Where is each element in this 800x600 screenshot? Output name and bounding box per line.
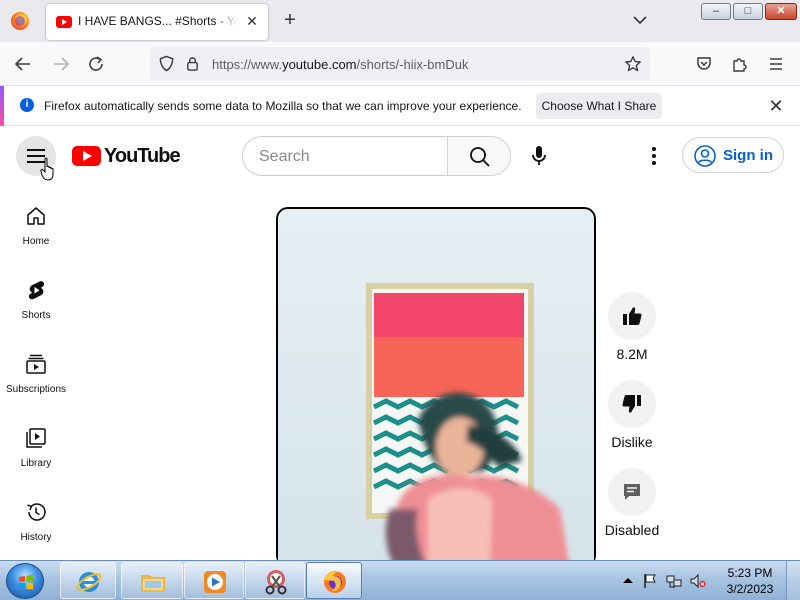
history-icon — [27, 503, 46, 521]
more-vertical-icon — [652, 147, 656, 165]
search-button[interactable] — [447, 136, 511, 176]
thumbs-down-icon — [622, 395, 641, 413]
taskbar-windows-explorer[interactable] — [121, 562, 183, 599]
shorts-player[interactable] — [276, 207, 596, 567]
show-desktop-button[interactable] — [786, 561, 800, 600]
taskbar-firefox[interactable] — [306, 562, 362, 599]
choose-what-i-share-button[interactable]: Choose What I Share — [536, 93, 662, 119]
sidebar-item-home[interactable]: Home — [0, 185, 72, 259]
bookmark-star-icon[interactable] — [624, 55, 642, 73]
show-hidden-icons-icon[interactable] — [620, 573, 636, 589]
sidebar-item-shorts[interactable]: Shorts — [0, 259, 72, 333]
firefox-view-icon[interactable] — [11, 12, 29, 30]
back-arrow-icon[interactable] — [14, 55, 32, 73]
youtube-play-logo-icon — [72, 146, 101, 166]
shorts-actions: 8.2M Dislike Disabled — [600, 290, 666, 560]
tab-title: I HAVE BANGS... #Shorts - YouTube — [78, 14, 238, 28]
reload-icon[interactable] — [87, 55, 105, 73]
media-player-icon — [204, 571, 226, 593]
tab-close-icon[interactable]: ✕ — [244, 13, 260, 29]
network-icon[interactable] — [666, 573, 682, 589]
sidebar-item-history[interactable]: History — [0, 481, 72, 555]
sidebar-item-subscriptions[interactable]: Subscriptions — [0, 333, 72, 407]
like-button[interactable] — [608, 292, 656, 340]
sidebar-item-label: Shorts — [21, 310, 51, 321]
youtube-masthead: YouTube Sign in — [0, 127, 800, 185]
shorts-video[interactable] — [278, 209, 594, 567]
notification-accent — [0, 86, 4, 126]
comment-icon — [624, 484, 640, 500]
tracking-protection-shield-icon[interactable] — [158, 55, 175, 72]
settings-menu-button[interactable] — [634, 136, 674, 176]
account-circle-icon — [694, 145, 716, 167]
sidebar-item-label: Library — [20, 458, 52, 469]
info-icon: i — [20, 98, 34, 112]
microphone-icon — [532, 146, 546, 165]
comments-disabled-label: Disabled — [604, 522, 660, 538]
library-icon — [26, 428, 46, 448]
pocket-icon[interactable] — [695, 55, 713, 73]
start-button[interactable] — [6, 563, 44, 599]
url-bar[interactable]: https://www.youtube.com/shorts/-hiix-bmD… — [150, 47, 650, 80]
sidebar-item-label: History — [20, 532, 52, 543]
sign-in-label: Sign in — [723, 147, 773, 164]
subscriptions-icon — [26, 354, 46, 374]
browser-navigation-bar: https://www.youtube.com/shorts/-hiix-bmD… — [0, 42, 800, 86]
browser-tab[interactable]: I HAVE BANGS... #Shorts - YouTube ✕ — [46, 4, 268, 40]
list-all-tabs-icon[interactable] — [632, 12, 648, 28]
search-input[interactable] — [259, 146, 439, 168]
taskbar-internet-explorer[interactable] — [60, 562, 116, 599]
mini-guide-sidebar: Home Shorts Subscriptions Library Histor… — [0, 185, 72, 560]
window-close-button[interactable]: ✕ — [765, 3, 797, 20]
url-text[interactable]: https://www.youtube.com/shorts/-hiix-bmD… — [212, 57, 468, 72]
action-center-flag-icon[interactable] — [642, 573, 658, 589]
sidebar-item-library[interactable]: Library — [0, 407, 72, 481]
sign-in-button[interactable]: Sign in — [682, 137, 784, 173]
browser-tab-strip: I HAVE BANGS... #Shorts - YouTube ✕ + – … — [0, 0, 800, 42]
firefox-notification-bar: i Firefox automatically sends some data … — [0, 86, 800, 126]
youtube-favicon-icon — [56, 16, 72, 28]
video-frame-image — [278, 209, 594, 567]
thumbs-up-icon — [623, 307, 642, 325]
dislike-label: Dislike — [611, 434, 653, 450]
hand-cursor-icon — [40, 157, 54, 181]
voice-search-button[interactable] — [519, 136, 559, 176]
clock-time: 5:23 PM — [727, 566, 773, 580]
taskbar-media-player[interactable] — [184, 562, 244, 599]
home-icon — [27, 207, 45, 225]
search-box[interactable] — [242, 136, 448, 176]
firefox-icon — [324, 571, 346, 593]
sidebar-item-label: Home — [22, 236, 50, 247]
extensions-puzzle-icon[interactable] — [731, 55, 749, 73]
windows-taskbar: 5:23 PM 3/2/2023 — [0, 560, 800, 600]
notification-text: Firefox automatically sends some data to… — [44, 99, 522, 113]
taskbar-clock[interactable]: 5:23 PM 3/2/2023 — [700, 565, 800, 597]
youtube-wordmark: YouTube — [104, 145, 181, 167]
forward-arrow-icon[interactable] — [52, 55, 70, 73]
clock-date: 3/2/2023 — [726, 582, 774, 596]
snipping-tool-icon — [265, 570, 287, 595]
comments-button[interactable] — [608, 468, 656, 516]
new-tab-icon[interactable]: + — [280, 10, 300, 30]
notification-close-icon[interactable]: ✕ — [766, 96, 786, 116]
taskbar-snipping-tool[interactable] — [245, 562, 305, 599]
dislike-button[interactable] — [608, 380, 656, 428]
search-icon — [470, 147, 490, 167]
window-minimize-button[interactable]: – — [701, 3, 731, 20]
app-menu-icon[interactable] — [767, 55, 785, 73]
shorts-icon — [28, 281, 45, 300]
window-maximize-button[interactable]: □ — [733, 3, 763, 20]
like-count: 8.2M — [616, 346, 648, 362]
sidebar-item-label: Subscriptions — [5, 384, 67, 395]
lock-icon[interactable] — [185, 56, 200, 71]
windows-logo-icon — [19, 575, 33, 590]
folder-icon — [141, 575, 165, 592]
internet-explorer-icon — [76, 572, 102, 592]
